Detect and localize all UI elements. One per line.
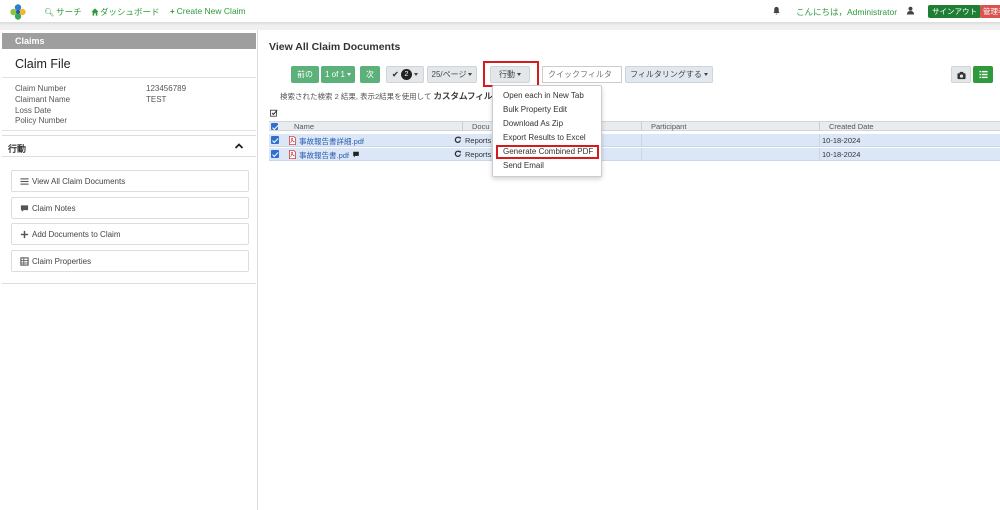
plus-icon [20,230,29,239]
list-view-button[interactable] [973,66,993,83]
claim-number-label: Claim Number [15,84,67,93]
plus-icon: + [170,7,175,16]
table-header: Name Docu Participant Created Date [269,121,1000,131]
check-icon: ✔ [392,70,399,79]
claim-file-title: Claim File [15,57,71,71]
select-all-checkbox[interactable] [271,123,278,130]
column-header-name[interactable]: Name [294,122,314,131]
divider [2,77,256,78]
file-name-link[interactable]: 事故報告書詳細.pdf [299,136,364,147]
check-square-icon[interactable] [270,109,278,117]
document-type-cell: Reports [465,136,492,145]
list-icon [20,178,29,185]
camera-icon [957,71,966,79]
list-icon [978,70,988,79]
column-separator [462,122,463,131]
external-link-icon[interactable] [454,150,462,158]
comment-icon [20,205,29,212]
column-separator [641,122,642,131]
menu-item-export-excel[interactable]: Export Results to Excel [503,133,586,142]
page-title: View All Claim Documents [269,41,401,53]
selected-count-badge: 2 [400,69,412,81]
company-logo[interactable] [9,3,27,21]
custom-filter-text: カスタムフィルタ [433,91,501,101]
signout-button[interactable]: サインアウト [928,5,981,18]
claim-number-value: 123456789 [146,84,187,93]
comment-icon[interactable] [352,151,360,158]
home-icon [91,8,99,16]
claims-header: Claims [2,33,256,49]
nav-search-link[interactable]: 🔍︎ サーチ [44,6,82,18]
greeting-text: こんにちは，Administrator [796,7,898,17]
column-separator [819,134,820,146]
nav-create-claim-link[interactable]: + Create New Claim [170,6,246,16]
column-separator [641,148,642,160]
pdf-file-icon [288,136,297,145]
external-link-icon[interactable] [454,136,462,144]
page-selector[interactable]: 1 of 1 [321,66,355,83]
table-icon [20,257,29,266]
menu-item-bulk-property-edit[interactable]: Bulk Property Edit [503,105,567,114]
created-date-cell: 10-18-2024 [822,136,861,145]
chevron-up-icon[interactable] [234,141,244,151]
action-view-all-documents[interactable]: View All Claim Documents [11,170,249,192]
next-page-button[interactable]: 次 [360,66,380,83]
actions-button-highlight [483,61,539,87]
user-icon[interactable] [906,6,915,15]
action-add-documents[interactable]: Add Documents to Claim [11,223,249,245]
filter-button[interactable]: フィルタリングする [625,66,713,83]
search-icon: 🔍︎ [44,8,55,17]
actions-dropdown-menu: Open each in New Tab Bulk Property Edit … [492,85,602,177]
loss-date-label: Loss Date [15,106,52,115]
menu-item-send-email[interactable]: Send Email [503,161,544,170]
caret-down-icon [413,73,418,77]
document-type-cell: Reports [465,150,492,159]
prev-page-button[interactable]: 前の [291,66,319,83]
column-header-participant[interactable]: Participant [651,122,686,131]
nav-dashboard-link[interactable]: ダッシュボード [91,6,160,18]
generate-pdf-highlight [496,145,599,159]
policy-number-label: Policy Number [15,116,68,125]
main-content: View All Claim Documents 前の 1 of 1 次 ✔ 2… [258,30,1000,510]
row-checkbox[interactable] [271,150,279,158]
column-separator [819,148,820,160]
divider [2,130,256,131]
top-navbar: 🔍︎ サーチ ダッシュボード + Create New Claim こんにちは，Ad… [0,0,1000,23]
pdf-file-icon [288,150,297,159]
selection-menu-button[interactable]: ✔ 2 [386,66,424,83]
actions-title: 行動 [8,144,27,154]
column-header-created-date[interactable]: Created Date [829,122,874,131]
caret-down-icon [468,73,473,77]
actions-panel: View All Claim Documents Claim Notes Add… [2,157,256,284]
action-claim-properties[interactable]: Claim Properties [11,250,249,272]
row-checkbox[interactable] [271,136,279,144]
caret-down-icon [703,73,708,77]
menu-item-download-zip[interactable]: Download As Zip [503,119,563,128]
action-claim-notes[interactable]: Claim Notes [11,197,249,219]
claimant-name-value: TEST [146,95,167,104]
table-row[interactable]: 事故報告書詳細.pdf Reports 10-18-2024 [269,134,1000,147]
bell-icon[interactable] [772,6,781,15]
quick-filter-input[interactable] [542,66,622,83]
caret-down-icon [347,73,351,77]
column-separator [641,134,642,146]
gallery-view-button[interactable] [951,66,971,83]
actions-panel-header[interactable]: 行動 [2,135,256,157]
claimant-name-label: Claimant Name [15,95,71,104]
results-info: 検索された検索 2 結果, 表示2結果を使用して カスタムフィルタ [280,91,501,101]
per-page-selector[interactable]: 25/ページ [427,66,477,83]
table-row[interactable]: 事故報告書.pdf Reports 10-18-2024 [269,148,1000,161]
menu-item-open-in-new-tab[interactable]: Open each in New Tab [503,91,584,100]
sidebar: Claims Claim File Claim Number 123456789… [0,30,258,510]
column-header-document-type[interactable]: Docu [472,122,490,131]
file-name-link[interactable]: 事故報告書.pdf [299,150,349,161]
admin-button[interactable]: 管理者 [980,5,1000,18]
column-separator [819,122,820,131]
created-date-cell: 10-18-2024 [822,150,861,159]
